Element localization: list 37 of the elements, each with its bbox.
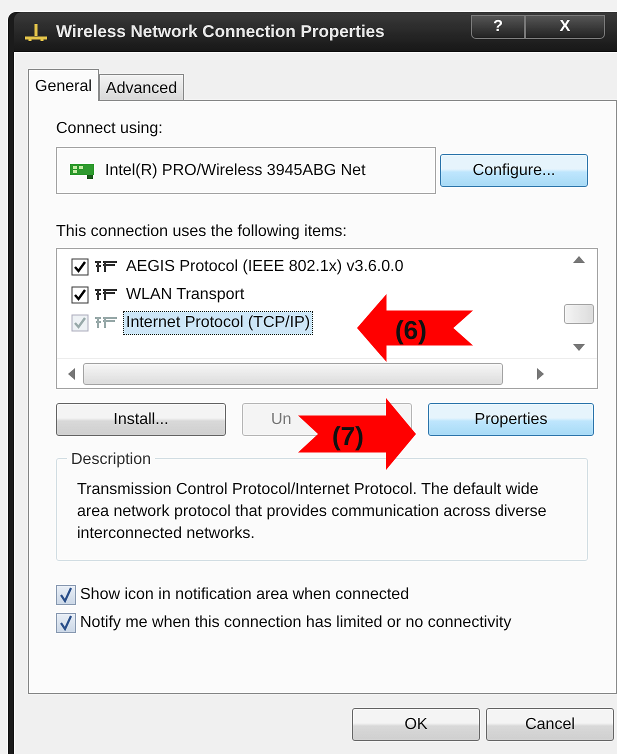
scroll-thumb[interactable]	[83, 362, 503, 384]
checkbox[interactable]	[56, 613, 76, 633]
help-button[interactable]: ?	[471, 15, 525, 39]
horizontal-scrollbar[interactable]	[57, 358, 597, 388]
window-title: Wireless Network Connection Properties	[56, 21, 385, 44]
network-icon	[22, 22, 50, 42]
checkbox[interactable]	[56, 585, 76, 605]
checkbox[interactable]	[71, 286, 89, 304]
checkbox-label[interactable]: Show icon in notification area when connected	[80, 583, 410, 607]
scroll-up-icon[interactable]	[573, 255, 585, 263]
network-card-icon	[69, 162, 95, 180]
scroll-left-icon[interactable]	[67, 368, 75, 380]
list-item[interactable]: AEGIS Protocol (IEEE 802.1x) v3.6.0.0	[123, 255, 406, 279]
tab[interactable]: Advanced	[98, 74, 184, 100]
dialog-button[interactable]: Cancel	[486, 708, 614, 741]
checkbox-label[interactable]: Notify me when this connection has limited or no connectivity	[80, 611, 512, 635]
scroll-down-icon[interactable]	[573, 344, 585, 352]
close-button[interactable]: X	[525, 15, 605, 39]
list-item[interactable]: WLAN Transport	[123, 283, 248, 307]
protocol-icon	[93, 287, 119, 303]
scroll-thumb[interactable]	[564, 304, 594, 324]
configure-button[interactable]: Configure...	[440, 154, 588, 187]
description-text: Transmission Control Protocol/Internet Protocol. The default wide area network protocol that provides communication across diverse interconnected networks.	[77, 480, 547, 544]
scroll-right-icon[interactable]	[537, 368, 545, 380]
action-button[interactable]: Properties	[428, 403, 594, 436]
annotation-label: (6)	[395, 314, 427, 347]
list-label: This connection uses the following items:	[56, 222, 348, 242]
adapter-field: Intel(R) PRO/Wireless 3945ABG Net	[56, 147, 436, 194]
action-button[interactable]: Install...	[56, 403, 226, 436]
dialog-button[interactable]: OK	[352, 708, 480, 741]
arrow-icon	[296, 398, 416, 470]
arrow-icon	[357, 294, 475, 362]
tab[interactable]: General	[28, 69, 99, 101]
field-label: Connect using:	[56, 119, 164, 139]
protocol-icon	[93, 315, 119, 331]
protocol-icon	[93, 259, 119, 275]
checkbox[interactable]	[71, 258, 89, 276]
